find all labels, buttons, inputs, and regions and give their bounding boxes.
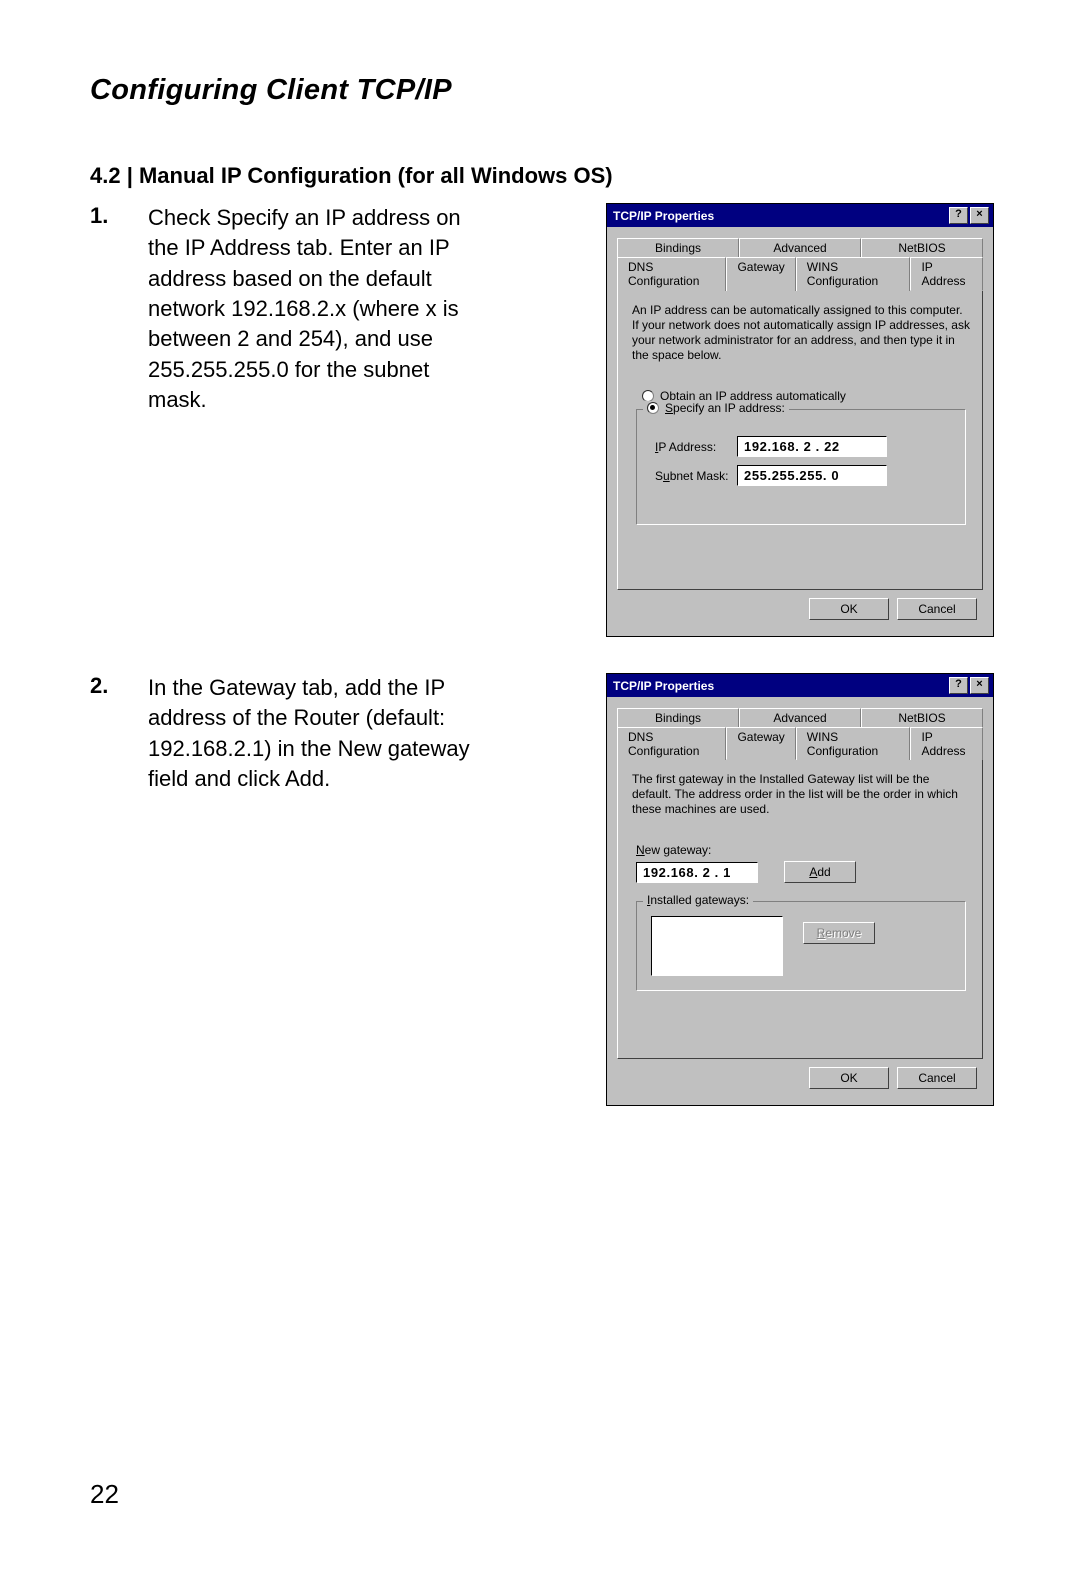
document-page: Configuring Client TCP/IP 4.2 | Manual I…: [0, 0, 1080, 1570]
dialog-1-wrapper: TCP/IP Properties ? × Bindings Advanced …: [606, 203, 994, 637]
ip-help-text: An IP address can be automatically assig…: [632, 303, 970, 363]
step-2-number: 2.: [90, 673, 148, 699]
tab-ipaddress[interactable]: IP Address: [910, 727, 983, 760]
page-title: Configuring Client TCP/IP: [90, 74, 994, 107]
tcpip-dialog-ip: TCP/IP Properties ? × Bindings Advanced …: [606, 203, 994, 637]
tab-dns[interactable]: DNS Configuration: [617, 257, 726, 291]
remove-button[interactable]: Remove: [803, 922, 875, 944]
tab-ipaddress[interactable]: IP Address: [910, 257, 983, 291]
gw-help-text: The first gateway in the Installed Gatew…: [632, 772, 970, 817]
close-icon[interactable]: ×: [970, 207, 989, 224]
tab-wins[interactable]: WINS Configuration: [796, 727, 911, 760]
ok-button[interactable]: OK: [809, 598, 889, 620]
dialog-body: Bindings Advanced NetBIOS DNS Configurat…: [607, 697, 993, 1105]
tabs-row-top: Bindings Advanced NetBIOS DNS Configurat…: [617, 707, 983, 759]
page-number: 22: [90, 1479, 119, 1510]
help-icon[interactable]: ?: [949, 207, 968, 224]
new-gateway-input[interactable]: 192.168. 2 . 1: [636, 862, 758, 883]
installed-gateways-label: Installed gateways:: [643, 893, 753, 907]
ip-address-label: IP Address:: [655, 440, 737, 454]
subnet-mask-input[interactable]: 255.255.255. 0: [737, 465, 887, 486]
step-1-number: 1.: [90, 203, 148, 229]
tab-bindings[interactable]: Bindings: [617, 238, 739, 257]
tab-gateway[interactable]: Gateway: [726, 727, 795, 760]
step-1-text: Check Specify an IP address on the IP Ad…: [148, 203, 496, 416]
subnet-mask-row: Subnet Mask: 255.255.255. 0: [655, 465, 953, 486]
radio-specify-wrapper[interactable]: Specify an IP address:: [643, 401, 789, 415]
installed-gateways-group: Installed gateways: Remove: [636, 901, 966, 991]
radio-icon: [647, 402, 659, 414]
new-gateway-label: New gateway:: [636, 843, 970, 857]
dialog-button-row: OK Cancel: [617, 590, 983, 626]
cancel-button[interactable]: Cancel: [897, 1067, 977, 1089]
add-button[interactable]: Add: [784, 861, 856, 883]
dialog-titlebar[interactable]: TCP/IP Properties ? ×: [607, 204, 993, 227]
tab-panel-ip: An IP address can be automatically assig…: [617, 290, 983, 590]
specify-groupbox: Specify an IP address: IP Address: 192.1…: [636, 409, 966, 525]
dialog-button-row: OK Cancel: [617, 1059, 983, 1095]
tab-dns[interactable]: DNS Configuration: [617, 727, 726, 760]
step-1-row: 1. Check Specify an IP address on the IP…: [90, 203, 994, 637]
ip-address-input[interactable]: 192.168. 2 . 22: [737, 436, 887, 457]
tcpip-dialog-gateway: TCP/IP Properties ? × Bindings Advanced …: [606, 673, 994, 1106]
tab-advanced[interactable]: Advanced: [739, 708, 861, 727]
tab-bindings[interactable]: Bindings: [617, 708, 739, 727]
tab-netbios[interactable]: NetBIOS: [861, 708, 983, 727]
help-icon[interactable]: ?: [949, 677, 968, 694]
tabs-row-top: Bindings Advanced NetBIOS DNS Configurat…: [617, 237, 983, 290]
section-heading: 4.2 | Manual IP Configuration (for all W…: [90, 163, 994, 189]
ok-button[interactable]: OK: [809, 1067, 889, 1089]
dialog-body: Bindings Advanced NetBIOS DNS Configurat…: [607, 227, 993, 636]
dialog-title-text: TCP/IP Properties: [613, 679, 949, 693]
subnet-mask-label: Subnet Mask:: [655, 469, 737, 483]
radio-specify-label: Specify an IP address:: [665, 401, 785, 415]
tab-panel-gateway: The first gateway in the Installed Gatew…: [617, 759, 983, 1059]
tab-netbios[interactable]: NetBIOS: [861, 238, 983, 257]
dialog-title-text: TCP/IP Properties: [613, 209, 949, 223]
dialog-titlebar[interactable]: TCP/IP Properties ? ×: [607, 674, 993, 697]
ip-address-row: IP Address: 192.168. 2 . 22: [655, 436, 953, 457]
step-2-row: 2. In the Gateway tab, add the IP addres…: [90, 673, 994, 1106]
dialog-2-wrapper: TCP/IP Properties ? × Bindings Advanced …: [606, 673, 994, 1106]
step-2-text: In the Gateway tab, add the IP address o…: [148, 673, 496, 794]
tab-gateway[interactable]: Gateway: [726, 257, 795, 291]
cancel-button[interactable]: Cancel: [897, 598, 977, 620]
installed-gateways-list[interactable]: [651, 916, 783, 976]
close-icon[interactable]: ×: [970, 677, 989, 694]
tab-wins[interactable]: WINS Configuration: [796, 257, 911, 291]
tab-advanced[interactable]: Advanced: [739, 238, 861, 257]
